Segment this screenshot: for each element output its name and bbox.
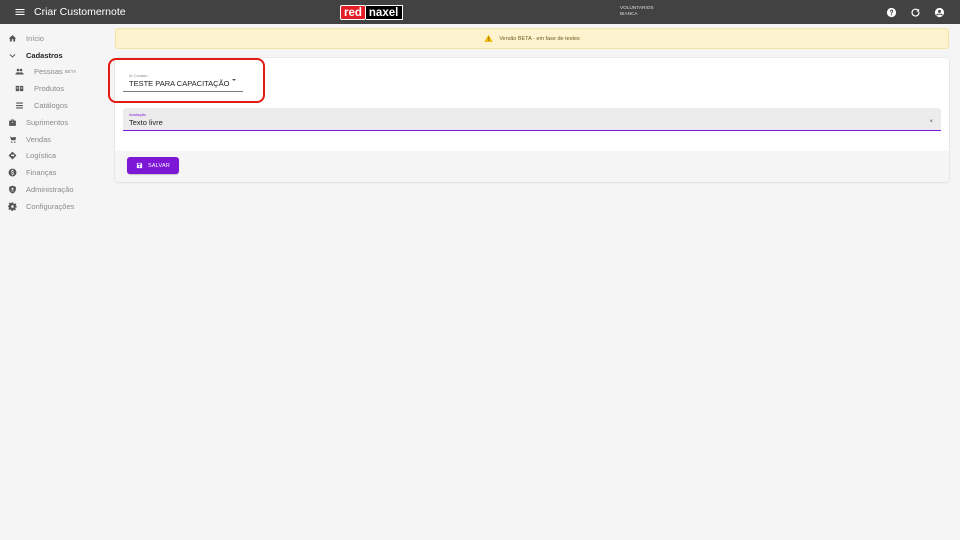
contact-select[interactable]: Id Contato TESTE PARA CAPACITAÇÃO: [123, 70, 243, 92]
sidebar-item-pessoas[interactable]: Pessoas BETA: [0, 64, 110, 81]
save-button-label: SALVAR: [147, 162, 171, 169]
user-name: BIANCA: [620, 11, 638, 16]
annotation-value[interactable]: Texto livre: [129, 118, 163, 127]
user-info: VOLUNTARIOS BIANCA: [620, 5, 654, 17]
home-icon: [8, 34, 17, 43]
warning-icon: [484, 34, 493, 42]
brand-logo-naxel: naxel: [365, 4, 404, 20]
save-button[interactable]: SALVAR: [127, 157, 179, 174]
logistics-icon: [8, 151, 17, 160]
sidebar-item-label: Catálogos: [34, 101, 68, 111]
sidebar-item-configuracoes[interactable]: Configurações: [0, 198, 110, 215]
gear-icon: [8, 202, 17, 211]
menu-icon[interactable]: [8, 0, 32, 24]
money-icon: [8, 168, 17, 177]
help-icon[interactable]: [884, 5, 898, 19]
brand-logo-red: red: [340, 4, 366, 20]
shield-icon: [8, 185, 17, 194]
sidebar-item-label: Configurações: [26, 201, 75, 211]
sidebar-item-label: Cadastros: [26, 50, 63, 60]
account-icon[interactable]: [932, 5, 946, 19]
sidebar-item-label: Finanças: [26, 168, 57, 178]
annotation-field[interactable]: Anotação Texto livre ×: [123, 108, 941, 131]
sidebar-item-administracao[interactable]: Administração: [0, 181, 110, 198]
page-title: Criar Customernote: [34, 6, 126, 18]
sidebar-item-label: Suprimentos: [26, 117, 69, 127]
sidebar-item-logistica[interactable]: Logística: [0, 148, 110, 165]
chevron-down-icon: [8, 51, 17, 60]
sidebar-item-produtos[interactable]: Produtos: [0, 80, 110, 97]
top-app-bar: Criar Customernote red naxel VOLUNTARIOS…: [0, 0, 960, 24]
cart-icon: [8, 135, 17, 144]
people-icon: [15, 67, 24, 76]
supplies-icon: [8, 118, 17, 127]
list-icon: [15, 101, 24, 110]
products-icon: [15, 84, 24, 93]
beta-badge: BETA: [64, 69, 77, 75]
sidebar-group-cadastros[interactable]: Cadastros: [0, 47, 110, 64]
sidebar-item-vendas[interactable]: Vendas: [0, 131, 110, 148]
sidebar-item-label: Administração: [26, 185, 74, 195]
clear-icon[interactable]: ×: [929, 118, 933, 126]
refresh-icon[interactable]: [908, 5, 922, 19]
beta-banner: Versão BETA - em fase de testes: [115, 28, 949, 49]
sidebar-item-label: Vendas: [26, 134, 52, 144]
dropdown-arrow-icon[interactable]: [232, 79, 236, 81]
annotation-label: Anotação: [129, 112, 146, 117]
banner-text: Versão BETA - em fase de testes: [499, 35, 580, 42]
sidebar-item-suprimentos[interactable]: Suprimentos: [0, 114, 110, 131]
card-actions: SALVAR: [115, 151, 949, 182]
brand-logo: red naxel: [340, 4, 404, 20]
sidebar-item-label: Logística: [26, 151, 57, 161]
sidebar-item-label: Pessoas: [34, 67, 63, 77]
contact-select-label: Id Contato: [129, 73, 148, 78]
sidebar-item-catalogos[interactable]: Catálogos: [0, 97, 110, 114]
customernote-form-card: Id Contato TESTE PARA CAPACITAÇÃO Anotaç…: [115, 58, 949, 182]
sidebar-item-inicio[interactable]: Início: [0, 30, 110, 47]
sidebar-item-label: Produtos: [34, 84, 65, 94]
save-icon: [136, 162, 143, 169]
sidebar-nav: Início Cadastros Pessoas BETA Produtos Ca…: [0, 24, 110, 215]
sidebar-item-financas[interactable]: Finanças: [0, 164, 110, 181]
contact-select-value: TESTE PARA CAPACITAÇÃO: [129, 79, 230, 88]
sidebar-item-label: Início: [26, 33, 44, 43]
